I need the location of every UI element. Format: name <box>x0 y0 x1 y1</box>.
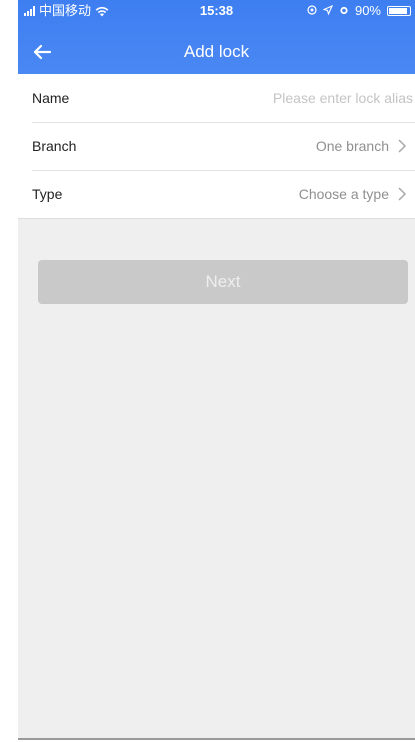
chevron-right-icon <box>398 187 407 201</box>
nav-bar: Add lock <box>18 30 415 74</box>
branch-label: Branch <box>32 138 77 154</box>
page-title: Add lock <box>183 42 250 61</box>
type-label: Type <box>32 186 63 202</box>
battery-percent: 90% <box>354 3 381 18</box>
location-icon <box>307 0 317 22</box>
alarm-icon <box>339 0 349 22</box>
branch-value: One branch <box>315 138 389 154</box>
type-value: Choose a type <box>298 186 389 202</box>
screen: 中国移动 15:38 90% Add lock Name Please ente… <box>0 0 415 742</box>
name-label: Name <box>32 90 70 106</box>
status-right: 90% <box>307 0 411 22</box>
branch-row[interactable]: Branch One branch <box>18 122 415 170</box>
battery-fill <box>389 8 407 14</box>
battery-icon <box>387 6 411 16</box>
next-button[interactable]: Next <box>38 260 408 304</box>
chevron-right-icon <box>398 139 407 153</box>
phone-screen: 中国移动 15:38 90% Add lock Name Please ente… <box>18 0 415 738</box>
navigation-arrow-icon <box>322 0 334 22</box>
header: 中国移动 15:38 90% Add lock <box>18 0 415 74</box>
lock-alias-input[interactable] <box>195 74 415 122</box>
screen-bottom-edge <box>18 738 415 740</box>
type-row[interactable]: Type Choose a type <box>18 170 415 218</box>
arrow-left-icon <box>33 44 52 60</box>
form-list: Name Branch One branch Type Choose a typ… <box>18 74 415 219</box>
name-row[interactable]: Name <box>18 74 415 122</box>
status-bar: 中国移动 15:38 90% <box>18 0 415 22</box>
back-button[interactable] <box>18 30 66 74</box>
